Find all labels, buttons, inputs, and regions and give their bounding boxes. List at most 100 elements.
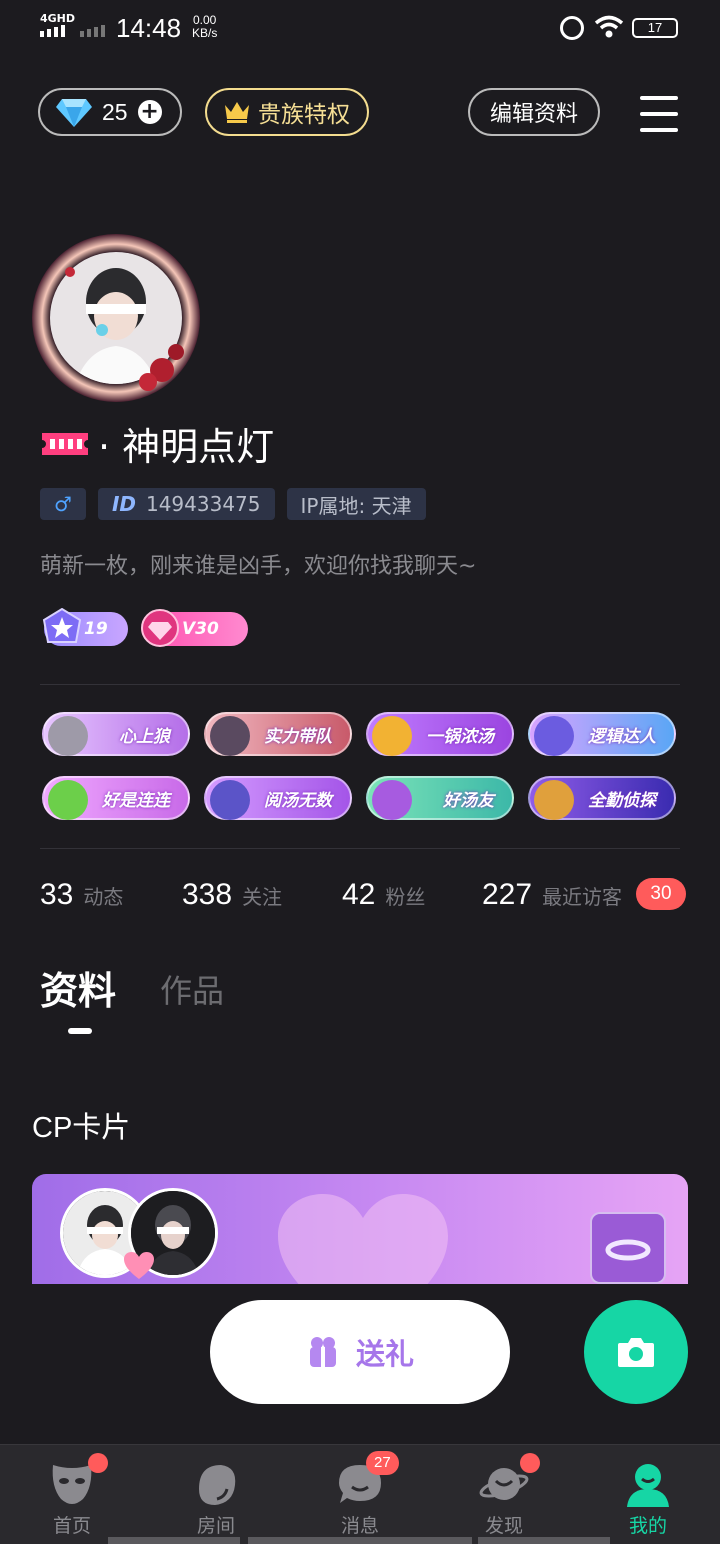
visitors-count: 227 bbox=[482, 878, 533, 911]
camera-button[interactable] bbox=[584, 1300, 688, 1404]
badge-label: 一锅浓汤 bbox=[426, 726, 494, 747]
magnet-icon bbox=[534, 716, 574, 756]
nav-discover-label: 发现 bbox=[484, 1515, 523, 1537]
wifi-icon bbox=[594, 15, 624, 38]
badge-label: 好汤友 bbox=[443, 790, 494, 811]
posts-count: 33 bbox=[40, 878, 74, 911]
diamond-balance-button[interactable]: 25 + bbox=[38, 88, 182, 136]
status-bar: 4GHD 14:48 0.00 KB/s 17 bbox=[0, 0, 720, 56]
badge-item[interactable]: 实力带队 bbox=[204, 712, 352, 756]
home-notification-dot bbox=[88, 1453, 108, 1473]
vip-level-badge[interactable]: V30 bbox=[141, 609, 248, 647]
nav-home[interactable]: 首页 bbox=[0, 1445, 144, 1544]
noble-label: 贵族特权 bbox=[258, 102, 350, 128]
vip-gem-icon bbox=[141, 609, 179, 647]
stat-visitors[interactable]: 227 最近访客 bbox=[482, 878, 622, 912]
cp-card[interactable] bbox=[32, 1174, 688, 1284]
heart-decoration-icon bbox=[278, 1194, 448, 1284]
divider bbox=[40, 684, 680, 685]
badge-item[interactable]: 一锅浓汤 bbox=[366, 712, 514, 756]
star-level-badge[interactable]: 19 bbox=[42, 608, 128, 646]
visitors-new-badge: 30 bbox=[636, 878, 686, 910]
diamond-icon bbox=[56, 99, 92, 127]
nav-messages-label: 消息 bbox=[340, 1515, 379, 1537]
stat-following[interactable]: 338 关注 bbox=[182, 878, 342, 912]
badge-item[interactable]: 好是连连 bbox=[42, 776, 190, 820]
id-icon: ID bbox=[111, 492, 136, 516]
gift-icon bbox=[309, 1337, 336, 1367]
send-gift-button[interactable]: 送礼 bbox=[210, 1300, 510, 1404]
wolf-icon bbox=[48, 716, 88, 756]
cp-ring-button[interactable] bbox=[590, 1212, 666, 1284]
pot-icon bbox=[372, 716, 412, 756]
noble-privilege-button[interactable]: 贵族特权 bbox=[205, 88, 369, 136]
soup-icon bbox=[210, 780, 250, 820]
network-type: 4GHD bbox=[40, 12, 76, 25]
profile-tags: ♂ ID 149433475 IP属地: 天津 bbox=[40, 488, 426, 520]
menu-icon[interactable] bbox=[640, 96, 678, 132]
nickname: · 神明点灯 bbox=[98, 425, 275, 469]
diamond-count: 25 bbox=[102, 98, 128, 125]
divider bbox=[40, 848, 680, 849]
system-nav-bar bbox=[478, 1537, 610, 1544]
cp-card-title: CP卡片 bbox=[32, 1112, 131, 1144]
fans-label: 粉丝 bbox=[385, 885, 426, 909]
add-diamond-icon[interactable]: + bbox=[137, 100, 162, 124]
cp-heart-icon bbox=[124, 1252, 154, 1279]
camera-icon bbox=[618, 1338, 654, 1367]
badge-item[interactable]: 全勤侦探 bbox=[528, 776, 676, 820]
badge-label: 好是连连 bbox=[102, 790, 170, 811]
user-id: 149433475 bbox=[145, 492, 261, 516]
send-gift-label: 送礼 bbox=[355, 1337, 414, 1371]
tab-indicator bbox=[68, 1028, 92, 1034]
badge-item[interactable]: 逻辑达人 bbox=[528, 712, 676, 756]
bottom-nav: 首页 房间 27 消息 发现 我的 bbox=[0, 1444, 720, 1544]
nav-rooms[interactable]: 房间 bbox=[144, 1445, 288, 1544]
net-speed-unit: KB/s bbox=[192, 26, 218, 40]
tab-profile[interactable]: 资料 bbox=[40, 960, 116, 1015]
ticket-icon bbox=[42, 432, 88, 455]
vip-level: V30 bbox=[182, 619, 219, 639]
system-nav-bar bbox=[108, 1537, 240, 1544]
nav-me[interactable]: 我的 bbox=[576, 1445, 720, 1544]
badge-item[interactable]: 好汤友 bbox=[366, 776, 514, 820]
fans-count: 42 bbox=[342, 878, 376, 911]
nav-rooms-label: 房间 bbox=[196, 1515, 235, 1537]
badge-item[interactable]: 阅汤无数 bbox=[204, 776, 352, 820]
battery-icon: 17 bbox=[632, 18, 678, 38]
signal-secondary-icon bbox=[80, 25, 105, 37]
clock: 14:48 bbox=[116, 13, 182, 43]
star-level: 19 bbox=[84, 619, 108, 639]
nav-home-label: 首页 bbox=[52, 1515, 91, 1537]
alarm-icon bbox=[560, 16, 584, 40]
tab-works[interactable]: 作品 bbox=[160, 966, 224, 1012]
badge-label: 实力带队 bbox=[264, 726, 332, 747]
messages-count-badge: 27 bbox=[366, 1451, 399, 1475]
badge-wall: 心上狼 实力带队 一锅浓汤 逻辑达人 好是连连 阅汤无数 好汤友 全勤侦探 bbox=[42, 712, 682, 820]
stat-posts[interactable]: 33 动态 bbox=[40, 878, 182, 912]
posts-label: 动态 bbox=[83, 885, 124, 909]
badge-label: 阅汤无数 bbox=[264, 790, 332, 811]
following-count: 338 bbox=[182, 878, 233, 911]
avatar[interactable] bbox=[30, 232, 202, 404]
edit-profile-button[interactable]: 编辑资料 bbox=[468, 88, 600, 136]
nav-discover[interactable]: 发现 bbox=[432, 1445, 576, 1544]
gender-tag: ♂ bbox=[40, 488, 86, 520]
star-medal-icon bbox=[42, 608, 82, 643]
badge-item[interactable]: 心上狼 bbox=[42, 712, 190, 756]
ip-location-tag: IP属地: 天津 bbox=[286, 488, 426, 520]
stat-fans[interactable]: 42 粉丝 bbox=[342, 878, 482, 912]
user-icon bbox=[627, 1464, 669, 1507]
crown-icon bbox=[225, 102, 249, 123]
frog-icon bbox=[48, 780, 88, 820]
badge-label: 逻辑达人 bbox=[588, 726, 656, 747]
male-icon: ♂ bbox=[54, 492, 72, 516]
magnifier-icon bbox=[534, 780, 574, 820]
nav-messages[interactable]: 27 消息 bbox=[288, 1445, 432, 1544]
badge-label: 心上狼 bbox=[119, 726, 170, 747]
ring-icon bbox=[605, 1239, 651, 1261]
nickname-row: · 神明点灯 bbox=[40, 416, 274, 471]
stats-row: 33 动态 338 关注 42 粉丝 227 最近访客 bbox=[40, 878, 700, 912]
user-id-tag[interactable]: ID 149433475 bbox=[97, 488, 275, 520]
system-nav-bar bbox=[248, 1537, 472, 1544]
